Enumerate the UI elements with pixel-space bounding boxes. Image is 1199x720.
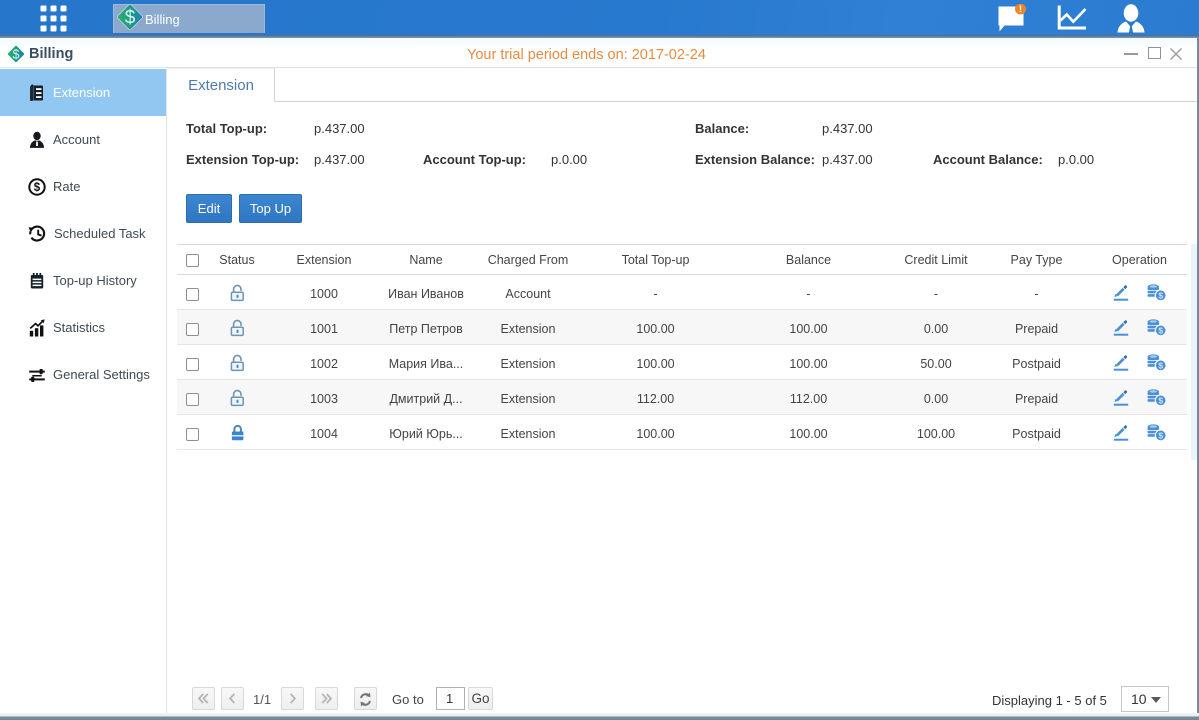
svg-text:$: $	[125, 8, 136, 29]
svg-text:$: $	[13, 47, 20, 61]
svg-text:$: $	[34, 182, 41, 194]
svg-text:!: !	[1019, 4, 1022, 14]
